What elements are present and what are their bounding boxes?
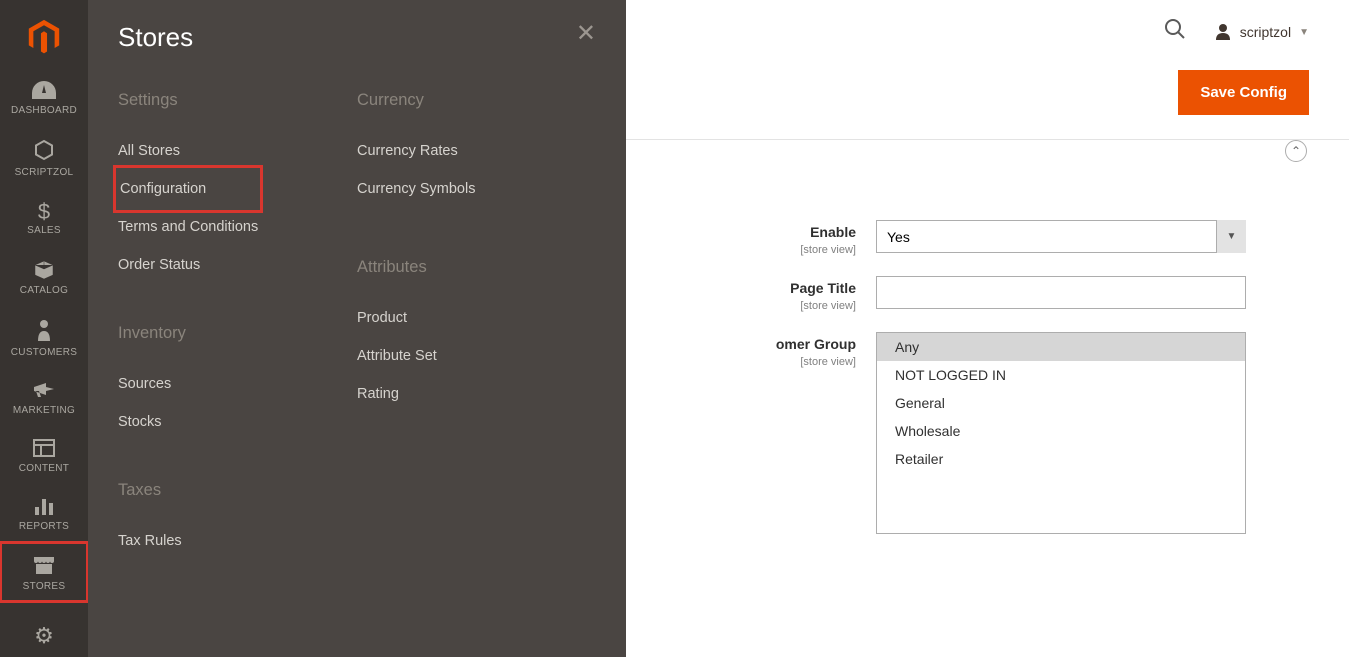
config-form: ⌃ Enable [store view] Yes ▼ Page Title […: [626, 220, 1319, 554]
layout-icon: [0, 439, 88, 461]
page-title-scope: [store view]: [800, 300, 856, 312]
link-rating[interactable]: Rating: [357, 375, 596, 413]
customer-group-scope: [store view]: [800, 356, 856, 368]
magento-logo[interactable]: [0, 0, 88, 68]
section-currency-title: Currency: [357, 91, 596, 110]
megaphone-icon: [0, 381, 88, 403]
option-any[interactable]: Any: [877, 333, 1245, 361]
nav-sales[interactable]: $ SALES: [0, 188, 88, 246]
link-sources[interactable]: Sources: [118, 365, 357, 403]
section-settings-title: Settings: [118, 91, 357, 110]
link-order-status[interactable]: Order Status: [118, 246, 357, 284]
option-general[interactable]: General: [877, 389, 1245, 417]
nav-stores[interactable]: STORES: [0, 542, 88, 602]
link-terms[interactable]: Terms and Conditions: [118, 208, 357, 246]
user-menu[interactable]: scriptzol ▼: [1214, 22, 1309, 43]
link-configuration[interactable]: Configuration: [118, 170, 258, 208]
nav-system-gear[interactable]: ⚙: [0, 615, 88, 657]
magento-logo-icon: [25, 18, 63, 56]
dollar-icon: $: [0, 201, 88, 223]
nav-marketing[interactable]: MARKETING: [0, 368, 88, 426]
nav-reports[interactable]: REPORTS: [0, 484, 88, 542]
nav-scriptzol[interactable]: SCRIPTZOL: [0, 126, 88, 188]
customer-group-select[interactable]: Any NOT LOGGED IN General Wholesale Reta…: [876, 332, 1246, 534]
admin-sidebar: DASHBOARD SCRIPTZOL $ SALES CATALOG CUST…: [0, 0, 88, 657]
option-retailer[interactable]: Retailer: [877, 445, 1245, 473]
link-stocks[interactable]: Stocks: [118, 403, 357, 441]
page-title-label: Page Title: [626, 280, 856, 296]
customer-group-label: omer Group: [626, 336, 856, 352]
option-not-logged-in[interactable]: NOT LOGGED IN: [877, 361, 1245, 389]
hexagon-icon: [0, 139, 88, 165]
nav-content[interactable]: CONTENT: [0, 426, 88, 484]
enable-label: Enable: [626, 224, 856, 240]
collapse-toggle[interactable]: ⌃: [1285, 140, 1307, 162]
box-icon: [0, 259, 88, 283]
gauge-icon: [0, 81, 88, 103]
stores-flyout: Stores ✕ Settings All Stores Configurati…: [88, 0, 626, 657]
chevron-up-icon: ⌃: [1291, 144, 1301, 158]
nav-catalog[interactable]: CATALOG: [0, 246, 88, 306]
close-button[interactable]: ✕: [576, 22, 596, 46]
close-icon: ✕: [576, 20, 596, 47]
flyout-title: Stores: [118, 22, 193, 53]
user-name: scriptzol: [1240, 24, 1291, 40]
bar-chart-icon: [0, 497, 88, 519]
save-config-button[interactable]: Save Config: [1178, 70, 1309, 115]
link-all-stores[interactable]: All Stores: [118, 132, 357, 170]
section-attributes-title: Attributes: [357, 258, 596, 277]
link-currency-symbols[interactable]: Currency Symbols: [357, 170, 596, 208]
search-icon: [1164, 18, 1186, 40]
nav-dashboard[interactable]: DASHBOARD: [0, 68, 88, 126]
link-currency-rates[interactable]: Currency Rates: [357, 132, 596, 170]
page-title-input[interactable]: [876, 276, 1246, 309]
link-attribute-set[interactable]: Attribute Set: [357, 337, 596, 375]
link-tax-rules[interactable]: Tax Rules: [118, 522, 357, 560]
option-wholesale[interactable]: Wholesale: [877, 417, 1245, 445]
gear-icon: ⚙: [34, 623, 54, 648]
search-button[interactable]: [1164, 18, 1186, 46]
person-icon: [0, 319, 88, 345]
user-icon: [1214, 22, 1232, 43]
section-inventory-title: Inventory: [118, 324, 357, 343]
chevron-down-icon: ▼: [1299, 27, 1309, 38]
section-taxes-title: Taxes: [118, 481, 357, 500]
link-product[interactable]: Product: [357, 299, 596, 337]
enable-scope: [store view]: [800, 244, 856, 256]
nav-customers[interactable]: CUSTOMERS: [0, 306, 88, 368]
enable-select[interactable]: Yes: [876, 220, 1246, 253]
store-icon: [0, 555, 88, 579]
